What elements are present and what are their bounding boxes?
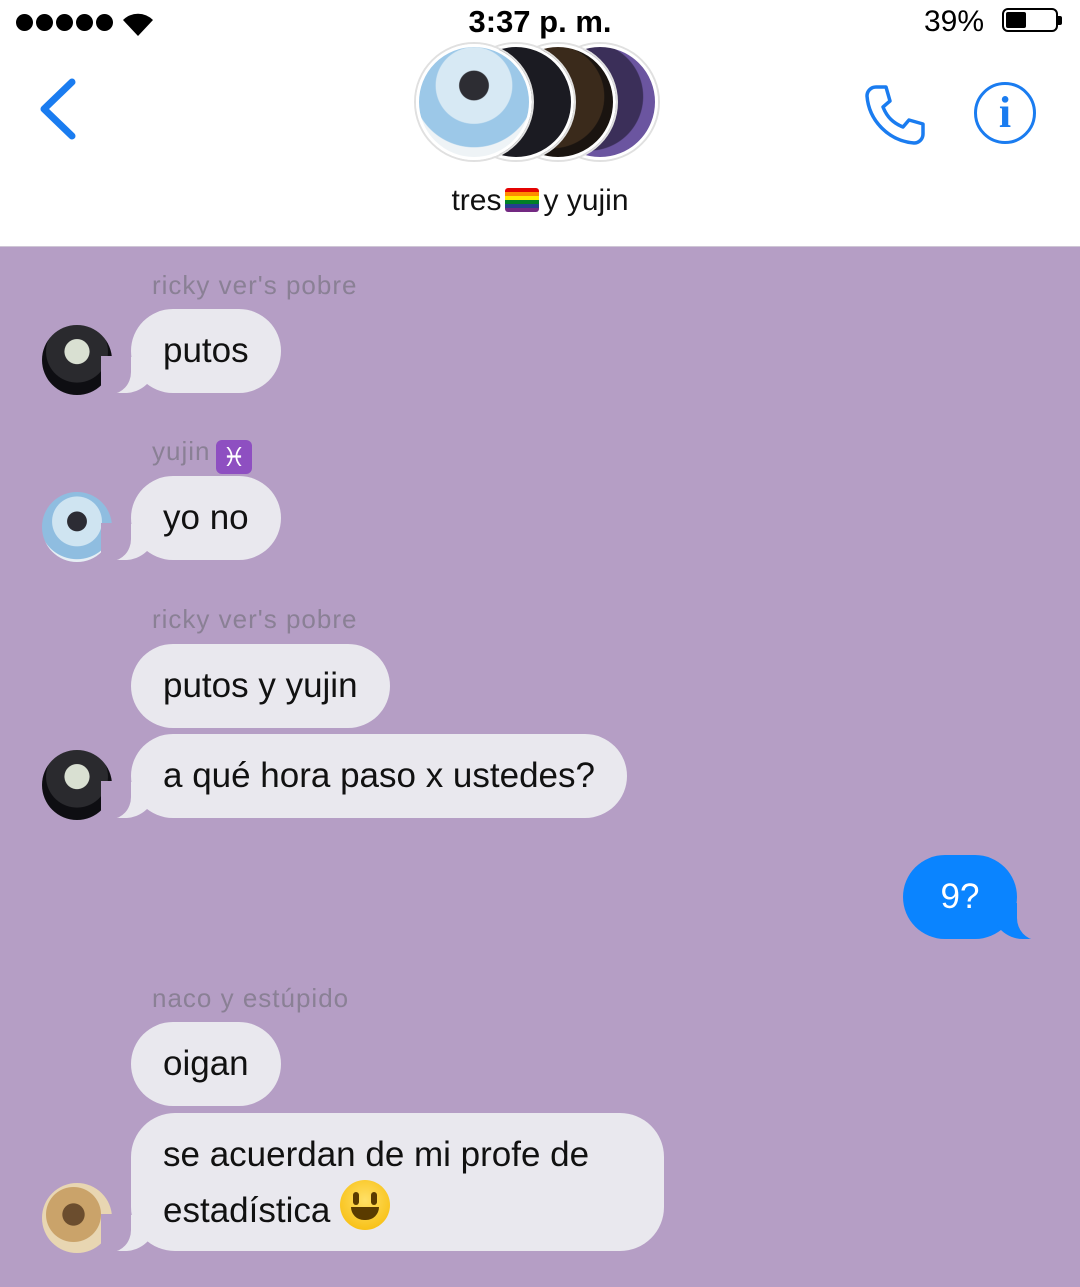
- group-title-end: y yujin: [543, 184, 629, 217]
- incoming-message-bubble[interactable]: se acuerdan de mi profe de estadística: [101, 1113, 664, 1252]
- pisces-emoji-icon: ♓: [216, 440, 253, 474]
- message-text-line-2: estadística: [163, 1191, 331, 1230]
- message-text: yo no: [163, 498, 249, 537]
- sender-name: naco y estúpido: [152, 983, 350, 1013]
- sender-name: ricky ver's pobre: [152, 604, 358, 634]
- sender-name: yujin ♓: [152, 436, 253, 474]
- group-avatar-stack[interactable]: [416, 44, 666, 164]
- incoming-message-bubble[interactable]: yo no: [101, 476, 281, 561]
- message-text: 9?: [940, 877, 980, 916]
- rainbow-flag-icon: [505, 188, 540, 212]
- incoming-message-bubble[interactable]: oigan: [131, 1022, 281, 1106]
- call-button[interactable]: [862, 82, 928, 148]
- message-text: putos y yujin: [163, 666, 358, 705]
- conversation-header: 3:37 p. m. 39% tres y yujin i: [0, 0, 1080, 247]
- info-button[interactable]: i: [974, 82, 1036, 144]
- battery-percentage: 39%: [923, 5, 984, 38]
- smiley-emoji-icon: [340, 1180, 391, 1230]
- incoming-message-bubble[interactable]: putos: [101, 309, 281, 394]
- incoming-message-bubble[interactable]: a qué hora paso x ustedes?: [101, 734, 627, 819]
- message-text: oigan: [163, 1044, 249, 1083]
- info-icon: i: [998, 88, 1012, 137]
- message-text: a qué hora paso x ustedes?: [163, 756, 595, 795]
- chevron-left-icon: [40, 78, 76, 140]
- phone-icon: [865, 85, 925, 145]
- incoming-message-bubble[interactable]: putos y yujin: [131, 644, 390, 728]
- group-title-start: tres: [451, 184, 502, 217]
- back-button[interactable]: [36, 78, 80, 140]
- message-text: se acuerdan de mi profe de: [163, 1135, 590, 1174]
- group-member-avatar: [416, 44, 532, 160]
- message-text: putos: [163, 331, 249, 370]
- group-title[interactable]: tres y yujin: [0, 184, 1080, 218]
- battery-icon: [1002, 8, 1062, 32]
- outgoing-message-bubble[interactable]: 9?: [903, 855, 1047, 940]
- status-time: 3:37 p. m.: [468, 4, 612, 39]
- sender-name: ricky ver's pobre: [152, 270, 358, 300]
